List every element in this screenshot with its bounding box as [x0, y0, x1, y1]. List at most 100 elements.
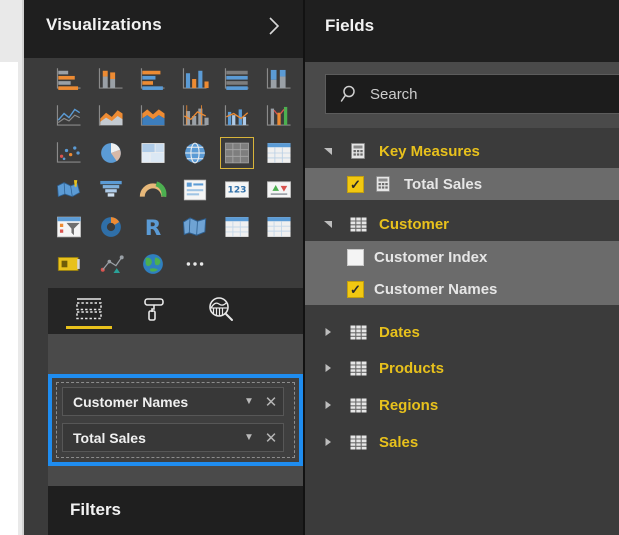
field-tree-row[interactable]: Key Measures — [305, 135, 619, 167]
viz-icon-slicer-visual[interactable] — [48, 208, 90, 245]
viz-icon-matrix-visual[interactable] — [258, 134, 300, 171]
table-icon — [347, 361, 369, 376]
viz-icon-key-influencers-visual[interactable] — [48, 245, 90, 282]
values-well-dropzone[interactable]: Customer Names ▼ ✕ Total Sales ▼ ✕ — [48, 374, 303, 466]
viz-icon-multi-row-card[interactable] — [174, 171, 216, 208]
svg-text:R: R — [145, 216, 162, 241]
table-icon — [347, 325, 369, 340]
twisty-expanded-icon[interactable] — [317, 146, 339, 156]
twisty-expanded-icon[interactable] — [317, 219, 339, 229]
search-icon — [340, 84, 360, 104]
table-icon — [347, 435, 369, 450]
fields-pane: Fields Search Key Measures ✓ Total Sales Cu… — [305, 0, 619, 535]
twisty-collapsed-icon[interactable] — [317, 437, 339, 447]
field-tree-row[interactable]: ✓ Total Sales — [305, 168, 619, 200]
viz-icon-table-visual-alt[interactable] — [216, 208, 258, 245]
twisty-collapsed-icon[interactable] — [317, 327, 339, 337]
viz-icon-funnel-chart[interactable] — [90, 171, 132, 208]
viz-icon-line-and-stacked-column-chart[interactable] — [174, 97, 216, 134]
field-tree-label: Regions — [379, 397, 438, 414]
viz-icon-kpi-visual[interactable] — [258, 171, 300, 208]
filters-pane: Filters — [48, 486, 303, 535]
field-tree-row[interactable]: Customer — [305, 208, 619, 240]
viz-icon-matrix-visual-alt[interactable] — [258, 208, 300, 245]
report-page-surface — [0, 62, 18, 535]
well-item-customer-names[interactable]: Customer Names ▼ ✕ — [62, 387, 284, 416]
visualizations-header: Visualizations — [24, 0, 303, 58]
field-tree-row[interactable]: Customer Index — [305, 241, 619, 273]
viz-icon-clustered-bar-chart[interactable] — [132, 60, 174, 97]
paint-roller-icon[interactable] — [128, 292, 182, 326]
viz-icon-area-chart[interactable] — [90, 97, 132, 134]
viz-icon-scatter-chart[interactable] — [48, 134, 90, 171]
values-well-section: Values Customer Names ▼ ✕ Total Sales ▼ … — [48, 334, 303, 486]
viz-icon-arcgis-map-visual[interactable] — [132, 245, 174, 282]
viz-icon-donut-chart[interactable] — [90, 208, 132, 245]
viz-icon-line-and-clustered-column-chart[interactable] — [216, 97, 258, 134]
search-input[interactable]: Search — [325, 74, 619, 114]
visual-pane-tabstrip — [48, 288, 303, 334]
twisty-collapsed-icon[interactable] — [317, 363, 339, 373]
table-icon — [347, 398, 369, 413]
field-tree-row[interactable]: Sales — [305, 426, 619, 458]
fields-title: Fields — [325, 16, 374, 36]
viz-icon-r-script-visual[interactable]: R — [132, 208, 174, 245]
viz-icon-shape-map-visual[interactable] — [174, 208, 216, 245]
visualization-gallery: 123 R — [48, 60, 303, 285]
viz-icon-filled-map-visual[interactable] — [48, 171, 90, 208]
table-icon — [347, 217, 369, 232]
search-placeholder: Search — [370, 86, 418, 103]
field-tree-label: Customer Names — [374, 281, 497, 298]
svg-text:123: 123 — [228, 185, 247, 195]
visualizations-pane: Visualizations 123 R — [24, 0, 303, 535]
measure-icon — [372, 176, 394, 192]
viz-icon-ribbon-chart[interactable] — [258, 97, 300, 134]
field-tree-row[interactable]: Regions — [305, 389, 619, 421]
viz-icon-clustered-column-chart[interactable] — [174, 60, 216, 97]
well-item-label: Total Sales — [73, 430, 239, 446]
fields-tab[interactable] — [62, 292, 116, 326]
viz-icon-gauge-chart[interactable] — [132, 171, 174, 208]
viz-icon-decomposition-tree-visual[interactable] — [90, 245, 132, 282]
viz-icon-map-visual[interactable] — [174, 134, 216, 171]
well-item-label: Customer Names — [73, 394, 239, 410]
fields-tree: Key Measures ✓ Total Sales Customer Customer… — [305, 130, 619, 535]
active-tab-indicator — [66, 326, 112, 329]
viz-icon-table-visual[interactable] — [216, 134, 258, 171]
twisty-collapsed-icon[interactable] — [317, 400, 339, 410]
field-checkbox-checked[interactable]: ✓ — [347, 281, 364, 298]
chevron-right-icon[interactable] — [263, 13, 285, 39]
close-x-icon[interactable]: ✕ — [259, 393, 283, 411]
well-item-total-sales[interactable]: Total Sales ▼ ✕ — [62, 423, 284, 452]
viz-icon-line-chart[interactable] — [48, 97, 90, 134]
viz-icon-pie-chart[interactable] — [90, 134, 132, 171]
viz-icon-100-percent-stacked-bar-chart[interactable] — [216, 60, 258, 97]
field-checkbox-unchecked[interactable] — [347, 249, 364, 266]
field-tree-label: Customer Index — [374, 249, 487, 266]
fields-header: Fields — [305, 0, 619, 62]
field-tree-label: Total Sales — [404, 176, 482, 193]
chevron-down-icon[interactable]: ▼ — [239, 396, 259, 407]
field-tree-row[interactable]: Products — [305, 352, 619, 384]
viz-icon-100-percent-stacked-column-chart[interactable] — [258, 60, 300, 97]
viz-icon-treemap-chart[interactable] — [132, 134, 174, 171]
field-tree-row[interactable]: Dates — [305, 316, 619, 348]
viz-icon-stacked-bar-chart[interactable] — [48, 60, 90, 97]
analytics-magnifier-icon[interactable] — [194, 292, 248, 326]
field-tree-row[interactable]: ✓ Customer Names — [305, 273, 619, 305]
field-checkbox-checked[interactable]: ✓ — [347, 176, 364, 193]
field-tree-label: Sales — [379, 434, 418, 451]
close-x-icon[interactable]: ✕ — [259, 429, 283, 447]
viz-icon-card-visual[interactable]: 123 — [216, 171, 258, 208]
visualizations-title: Visualizations — [46, 15, 162, 35]
field-tree-label: Key Measures — [379, 143, 480, 160]
chevron-down-icon[interactable]: ▼ — [239, 432, 259, 443]
measure-table-icon — [347, 143, 369, 159]
fields-search-area: Search — [305, 62, 619, 128]
viz-icon-stacked-area-chart[interactable] — [132, 97, 174, 134]
viz-icon-more-visuals-ellipsis[interactable] — [174, 245, 216, 282]
viz-icon-stacked-column-chart[interactable] — [90, 60, 132, 97]
field-tree-label: Dates — [379, 324, 420, 341]
filters-title: Filters — [70, 500, 121, 520]
field-tree-label: Customer — [379, 216, 449, 233]
